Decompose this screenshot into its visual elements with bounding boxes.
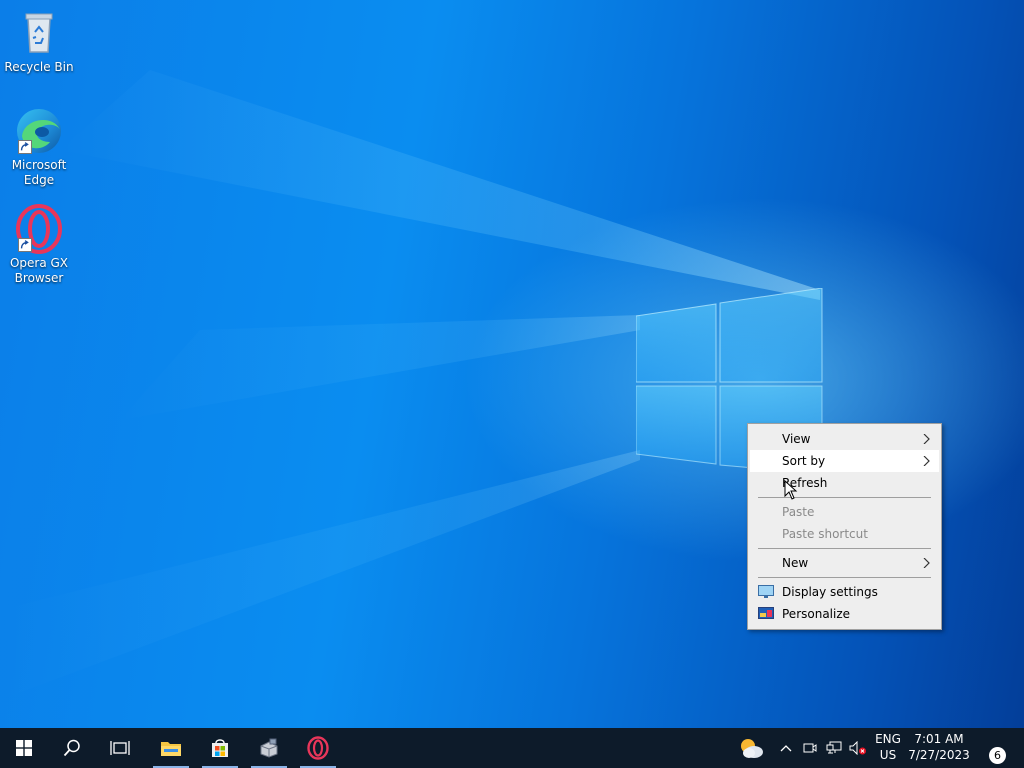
taskbar-app[interactable] (249, 728, 289, 768)
desktop[interactable]: Recycle Bin Microsoft Edge Opera GX Brow… (0, 0, 1024, 728)
notification-center-button[interactable]: 6 (989, 747, 1006, 764)
menu-item-display-settings[interactable]: Display settings (750, 581, 939, 603)
desktop-icon-opera-gx[interactable]: Opera GX Browser (4, 204, 74, 286)
icon-label: Browser (14, 271, 64, 285)
task-view-button[interactable] (100, 728, 140, 768)
app-box-icon (260, 738, 278, 758)
chevron-right-icon (923, 456, 930, 466)
windows-logo-icon (16, 740, 32, 756)
camera-icon (803, 743, 817, 753)
weather-partly-cloudy-icon (741, 739, 763, 758)
menu-item-label: Paste shortcut (782, 527, 868, 541)
region-code: US (879, 748, 897, 762)
menu-item-label: Sort by (782, 454, 826, 468)
network-button[interactable] (823, 728, 845, 768)
desktop-context-menu: View Sort by Refresh Paste Paste shortcu… (747, 423, 942, 630)
taskbar-opera-gx[interactable] (298, 728, 338, 768)
meet-now-button[interactable] (800, 728, 820, 768)
recycle-bin-icon (14, 8, 64, 58)
menu-item-label: Display settings (782, 585, 878, 599)
menu-item-label: Personalize (782, 607, 851, 621)
mouse-cursor-icon (784, 480, 798, 500)
search-button[interactable] (52, 728, 92, 768)
desktop-icon-recycle-bin[interactable]: Recycle Bin (4, 8, 74, 75)
start-button[interactable] (4, 728, 44, 768)
menu-item-view[interactable]: View (750, 428, 939, 450)
opera-gx-icon (14, 204, 64, 254)
taskbar-file-explorer[interactable] (151, 728, 191, 768)
clock-date: 7/27/2023 (908, 748, 970, 762)
menu-separator (758, 548, 931, 549)
icon-label: Recycle Bin (4, 60, 74, 74)
clock[interactable]: 7:01 AM 7/27/2023 (906, 732, 972, 768)
volume-muted-icon (849, 741, 866, 755)
clock-time: 7:01 AM (914, 732, 964, 746)
menu-item-new[interactable]: New (750, 552, 939, 574)
task-view-icon (110, 741, 130, 755)
desktop-icon-microsoft-edge[interactable]: Microsoft Edge (4, 106, 74, 188)
menu-item-paste[interactable]: Paste (750, 501, 939, 523)
store-bag-icon (212, 739, 228, 757)
menu-item-refresh[interactable]: Refresh (750, 472, 939, 494)
language-code: ENG (875, 732, 901, 746)
chevron-right-icon (923, 434, 930, 444)
personalize-icon (758, 607, 774, 619)
taskbar: ENG US 7:01 AM 7/27/2023 (0, 728, 1024, 768)
icon-label: Opera GX (9, 256, 69, 270)
taskbar-microsoft-store[interactable] (200, 728, 240, 768)
volume-button[interactable] (847, 728, 869, 768)
menu-item-sort-by[interactable]: Sort by (750, 450, 939, 472)
menu-item-personalize[interactable]: Personalize (750, 603, 939, 625)
edge-icon (14, 106, 64, 156)
chevron-right-icon (923, 558, 930, 568)
menu-separator (758, 577, 931, 578)
weather-widget[interactable] (731, 728, 771, 768)
shortcut-arrow-icon (18, 140, 32, 154)
opera-icon (307, 736, 329, 760)
folder-icon (161, 742, 181, 756)
menu-item-label: Paste (782, 505, 815, 519)
show-hidden-icons-button[interactable] (776, 728, 796, 768)
chevron-up-icon (780, 745, 792, 752)
icon-label: Microsoft (11, 158, 67, 172)
menu-item-label: View (782, 432, 811, 446)
icon-label: Edge (23, 173, 55, 187)
menu-item-label: New (782, 556, 809, 570)
menu-item-paste-shortcut[interactable]: Paste shortcut (750, 523, 939, 545)
network-icon (826, 741, 842, 754)
shortcut-arrow-icon (18, 238, 32, 252)
display-icon (758, 585, 774, 598)
language-indicator[interactable]: ENG US (872, 732, 904, 768)
search-icon (63, 739, 80, 757)
